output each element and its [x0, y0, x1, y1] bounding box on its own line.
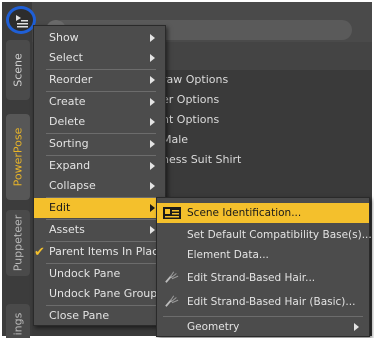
- menu-item-undock-pane-group[interactable]: Undock Pane Group: [34, 284, 165, 304]
- menu-item-label: Collapse: [49, 179, 96, 192]
- list-item[interactable]: er Options: [162, 90, 362, 110]
- submenu-item-geometry[interactable]: Geometry: [157, 317, 369, 337]
- menu-item-label: Select: [49, 51, 83, 64]
- menu-item-select[interactable]: Select: [34, 48, 165, 68]
- hair-brush-icon: [165, 271, 179, 283]
- tab-settings-label: ings: [11, 312, 25, 336]
- submenu-item-label: Edit Strand-Based Hair...: [187, 272, 316, 284]
- submenu-arrow-icon: [150, 54, 155, 62]
- menu-item-undock-pane[interactable]: Undock Pane: [34, 264, 165, 284]
- menu-item-label: Close Pane: [49, 309, 110, 322]
- tab-scene-label: Scene: [11, 53, 25, 87]
- submenu-arrow-icon: [150, 162, 155, 170]
- menu-item-create[interactable]: Create: [34, 92, 165, 112]
- submenu-arrow-icon: [150, 140, 155, 148]
- submenu-item-set-default-compatibility-base[interactable]: Set Default Compatibility Base(s)...: [157, 225, 372, 245]
- submenu-arrow-icon: [150, 226, 155, 234]
- scene-id-icon: [163, 207, 181, 219]
- menu-item-assets[interactable]: Assets: [34, 220, 165, 240]
- menu-item-label: Undock Pane: [49, 267, 121, 280]
- scene-list: raw Options er Options nt Options Male n…: [162, 70, 362, 170]
- tab-puppeteer-label: Puppeteer: [11, 214, 25, 272]
- submenu-item-scene-identification[interactable]: Scene Identification...: [157, 203, 369, 223]
- menu-item-collapse[interactable]: Collapse: [34, 176, 165, 196]
- checkmark-icon: ✔: [34, 245, 45, 260]
- menu-item-label: Edit: [49, 201, 71, 214]
- menu-item-label: Delete: [49, 115, 86, 128]
- menu-item-edit[interactable]: Edit: [34, 198, 165, 218]
- menu-item-show[interactable]: Show: [34, 28, 165, 48]
- submenu-arrow-icon: [150, 34, 155, 42]
- submenu-item-edit-strand-based-hair-basic[interactable]: Edit Strand-Based Hair (Basic)...: [157, 291, 369, 313]
- list-item[interactable]: nt Options: [162, 110, 362, 130]
- vertical-tab-strip: Scene PowerPose Puppeteer ings: [2, 2, 32, 338]
- tab-powerpose-label: PowerPose: [11, 127, 25, 187]
- submenu-item-label: Set Default Compatibility Base(s)...: [187, 229, 372, 241]
- submenu-arrow-icon: [354, 323, 359, 331]
- menu-item-label: Parent Items In Place: [49, 245, 165, 258]
- edit-submenu: Scene Identification... Set Default Comp…: [156, 197, 372, 337]
- submenu-arrow-icon: [150, 98, 155, 106]
- list-item[interactable]: raw Options: [162, 70, 362, 90]
- submenu-item-label: Geometry: [187, 321, 240, 333]
- submenu-item-label: Scene Identification...: [187, 207, 302, 219]
- tab-puppeteer[interactable]: Puppeteer: [6, 210, 30, 276]
- menu-item-delete[interactable]: Delete: [34, 112, 165, 132]
- list-item[interactable]: Male: [162, 130, 362, 150]
- tab-settings[interactable]: ings: [6, 304, 30, 338]
- tab-powerpose[interactable]: PowerPose: [6, 114, 30, 200]
- menu-item-label: Sorting: [49, 137, 89, 150]
- submenu-item-label: Element Data...: [187, 249, 269, 261]
- menu-item-label: Reorder: [49, 73, 93, 86]
- menu-item-parent-items-in-place[interactable]: ✔ Parent Items In Place: [34, 242, 165, 262]
- submenu-arrow-icon: [150, 76, 155, 84]
- menu-item-reorder[interactable]: Reorder: [34, 70, 165, 90]
- tab-scene[interactable]: Scene: [6, 40, 30, 100]
- hair-brush-icon: [165, 295, 179, 307]
- submenu-item-element-data[interactable]: Element Data...: [157, 245, 369, 265]
- submenu-arrow-icon: [150, 118, 155, 126]
- menu-item-close-pane[interactable]: Close Pane: [34, 306, 165, 326]
- menu-item-label: Show: [49, 31, 79, 44]
- list-item[interactable]: ness Suit Shirt: [162, 150, 362, 170]
- pane-context-menu: Show Select Reorder Create Delete Sortin…: [33, 25, 166, 326]
- submenu-arrow-icon: [150, 204, 155, 212]
- submenu-item-label: Edit Strand-Based Hair (Basic)...: [187, 296, 356, 308]
- menu-item-label: Expand: [49, 159, 91, 172]
- pane-menu-icon: [16, 15, 28, 28]
- pane-menu-button[interactable]: [6, 6, 36, 34]
- menu-item-expand[interactable]: Expand: [34, 156, 165, 176]
- menu-item-label: Assets: [49, 223, 85, 236]
- menu-item-label: Create: [49, 95, 86, 108]
- submenu-item-edit-strand-based-hair[interactable]: Edit Strand-Based Hair...: [157, 267, 369, 289]
- menu-item-label: Undock Pane Group: [49, 287, 158, 300]
- menu-item-sorting[interactable]: Sorting: [34, 134, 165, 154]
- submenu-arrow-icon: [150, 182, 155, 190]
